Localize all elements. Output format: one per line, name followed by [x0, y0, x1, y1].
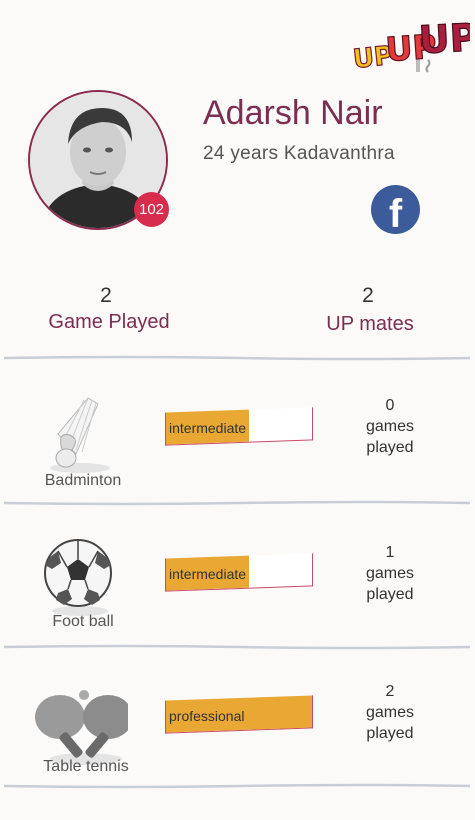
games-label: games: [365, 704, 415, 721]
app-logo: UP UP UP: [351, 8, 475, 76]
skill-level-label: intermediate: [169, 420, 247, 437]
profile-name: Adarsh Nair: [203, 94, 383, 132]
games-played-stat: 2 games played: [350, 681, 430, 744]
skill-level-bar: intermediate: [165, 553, 313, 592]
skill-level-label: intermediate: [169, 566, 247, 583]
sport-row-table-tennis[interactable]: Table tennis professional 2 games played: [0, 651, 475, 791]
games-played-label[interactable]: Game Played: [30, 311, 188, 334]
played-label: played: [366, 586, 414, 603]
notification-badge[interactable]: 102: [134, 192, 169, 227]
skill-level-label: professional: [169, 708, 245, 725]
facebook-icon: f: [388, 192, 403, 236]
table-tennis-icon: [28, 687, 133, 767]
games-label: games: [365, 418, 415, 435]
logo-letters-3: UP: [418, 15, 470, 62]
sport-name: Table tennis: [43, 758, 129, 775]
played-label: played: [366, 725, 414, 742]
played-label: played: [366, 439, 414, 456]
sport-name: Foot ball: [52, 613, 114, 630]
games-count: 0: [385, 397, 395, 414]
games-played-stat: 1 games played: [350, 542, 430, 605]
profile-subtitle: 24 years Kadavanthra: [203, 143, 395, 164]
sport-name: Badminton: [44, 472, 122, 489]
up-mates-label[interactable]: UP mates: [300, 313, 440, 336]
facebook-button[interactable]: f: [371, 185, 420, 236]
shuttlecock-icon: [28, 394, 128, 474]
games-count: 1: [385, 544, 395, 561]
games-played-stat: 0 games played: [350, 395, 430, 458]
skill-level-bar: intermediate: [165, 407, 313, 446]
divider: [3, 355, 471, 361]
games-count: 2: [385, 683, 395, 700]
sport-row-badminton[interactable]: Badminton intermediate 0 games played: [0, 362, 475, 502]
skill-level-bar: professional: [165, 695, 313, 734]
football-icon: [28, 537, 128, 617]
up-mates-count: 2: [362, 284, 374, 307]
games-played-count: 2: [100, 284, 112, 307]
games-label: games: [365, 565, 415, 582]
sport-row-football[interactable]: Foot ball intermediate 1 games played: [0, 507, 475, 647]
